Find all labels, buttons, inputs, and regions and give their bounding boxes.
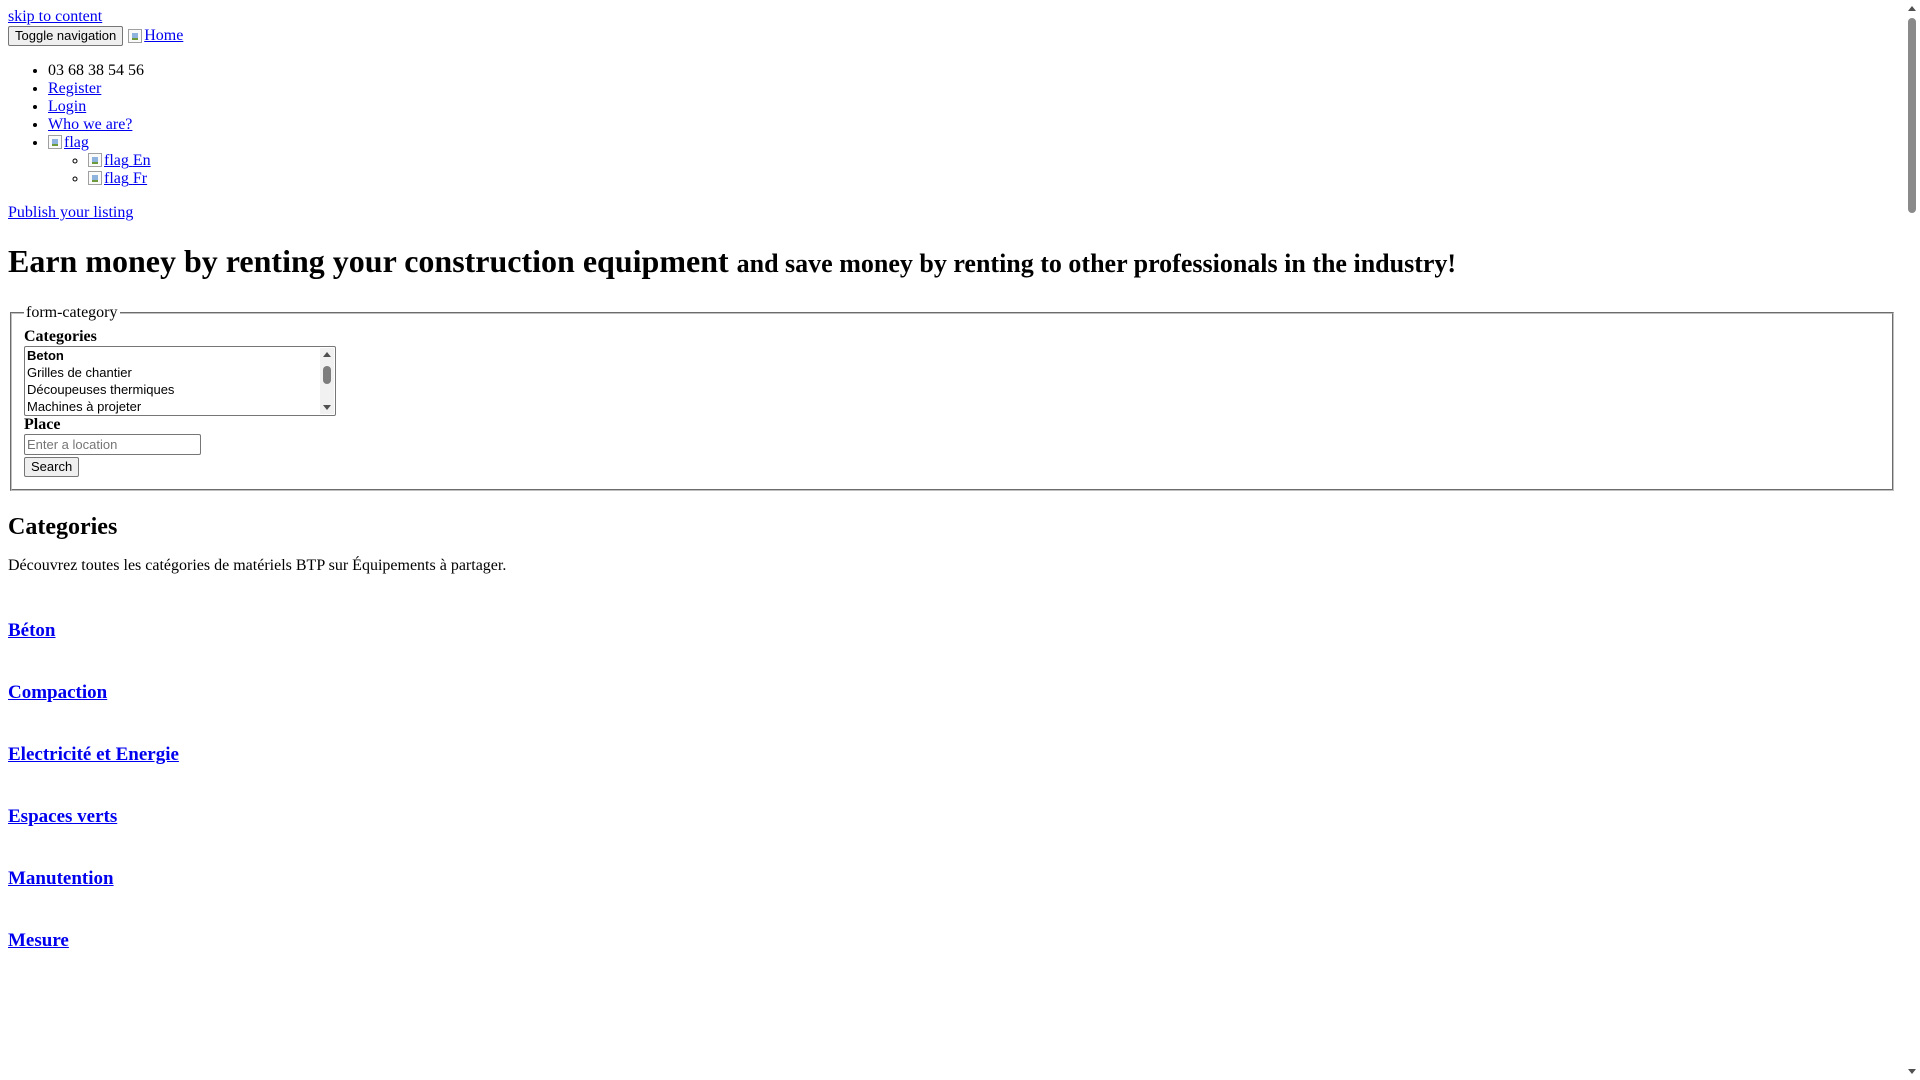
flag-icon — [48, 135, 62, 149]
place-label: Place — [24, 416, 61, 433]
search-form: form-category Categories Beton Grilles d… — [8, 304, 1896, 491]
language-item-en: flag En — [88, 152, 1896, 170]
categories-label: Categories — [24, 328, 97, 345]
category-list: Béton Compaction Electricité et Energie … — [8, 620, 1896, 952]
who-we-are-link[interactable]: Who we are? — [48, 116, 132, 133]
search-button[interactable]: Search — [24, 457, 80, 477]
phone-number: 03 68 38 54 56 — [48, 62, 144, 79]
language-en-link[interactable]: flag En — [88, 152, 151, 169]
language-menu: flag En flag Fr — [48, 152, 1896, 188]
search-fieldset: form-category Categories Beton Grilles d… — [10, 304, 1894, 491]
nav-item-login: Login — [48, 98, 1896, 116]
language-fr-link[interactable]: flag Fr — [88, 170, 147, 187]
place-input[interactable] — [24, 434, 201, 455]
category-link-electricite[interactable]: Electricité et Energie — [8, 744, 179, 765]
categories-description: Découvrez toutes les catégories de matér… — [8, 557, 507, 574]
scroll-up-arrow-icon[interactable] — [323, 352, 331, 357]
scroll-down-arrow-icon[interactable] — [323, 405, 331, 410]
listbox-scrollbar[interactable] — [320, 348, 334, 414]
category-option[interactable]: Grilles de chantier — [25, 364, 335, 381]
page-content: skip to content Toggle navigation Home 0… — [0, 0, 1904, 952]
category-item: Espaces verts — [8, 806, 1896, 828]
category-item: Electricité et Energie — [8, 744, 1896, 766]
hero-title: Earn money by renting your construction … — [8, 243, 1896, 282]
page-scroll-up-icon[interactable] — [1908, 6, 1916, 11]
search-button-row: Search — [24, 457, 1880, 477]
hero-main-text: Earn money by renting your construction … — [8, 243, 729, 279]
page-scroll-thumb[interactable] — [1908, 18, 1916, 213]
flag-alt-text: flag — [64, 134, 89, 151]
hero-subtitle: and save money by renting to other profe… — [736, 249, 1457, 278]
login-link[interactable]: Login — [48, 98, 86, 115]
category-option[interactable]: Beton — [25, 347, 335, 364]
listbox-scroll-thumb[interactable] — [323, 366, 331, 384]
page-viewport: skip to content Toggle navigation Home 0… — [0, 0, 1904, 1080]
language-fr-label: Fr — [132, 170, 148, 187]
category-item: Béton — [8, 620, 1896, 642]
category-link-manutention[interactable]: Manutention — [8, 868, 114, 889]
category-option[interactable]: Machines à projeter — [25, 398, 335, 415]
category-option[interactable]: Découpeuses thermiques — [25, 381, 335, 398]
categories-listbox[interactable]: Beton Grilles de chantier Découpeuses th… — [24, 346, 336, 416]
category-link-beton[interactable]: Béton — [8, 620, 56, 641]
fieldset-legend: form-category — [26, 304, 118, 321]
category-link-mesure[interactable]: Mesure — [8, 930, 69, 951]
publish-listing-link[interactable]: Publish your listing — [8, 204, 1896, 222]
category-item: Compaction — [8, 682, 1896, 704]
category-link-espaces-verts[interactable]: Espaces verts — [8, 806, 117, 827]
categories-heading: Categories — [8, 514, 118, 540]
broken-image-icon — [128, 29, 143, 43]
language-en-label: En — [132, 152, 151, 169]
home-logo-link[interactable]: Home — [128, 27, 183, 45]
register-link[interactable]: Register — [48, 80, 101, 97]
top-navigation: 03 68 38 54 56 Register Login Who we are… — [8, 62, 1896, 188]
category-link-compaction[interactable]: Compaction — [8, 682, 107, 703]
page-scroll-down-icon[interactable] — [1908, 1069, 1916, 1074]
flag-en-icon — [88, 153, 102, 167]
language-dropdown-toggle[interactable]: flag — [48, 134, 89, 151]
nav-item-who-we-are: Who we are? — [48, 116, 1896, 134]
header-bar: Toggle navigation Home — [8, 26, 1896, 46]
skip-to-content-link[interactable]: skip to content — [8, 8, 1896, 26]
language-item-fr: flag Fr — [88, 170, 1896, 188]
category-item: Mesure — [8, 930, 1896, 952]
nav-item-phone: 03 68 38 54 56 — [48, 62, 1896, 80]
flag-fr-icon — [88, 171, 102, 185]
page-scrollbar[interactable] — [1904, 0, 1920, 1080]
home-logo-alt-text: Home — [144, 27, 184, 44]
category-item: Manutention — [8, 868, 1896, 890]
flag-fr-alt-text: flag — [104, 170, 129, 187]
flag-en-alt-text: flag — [104, 152, 129, 169]
nav-item-language: flag flag En flag Fr — [48, 134, 1896, 188]
toggle-navigation-button[interactable]: Toggle navigation — [8, 26, 124, 46]
nav-item-register: Register — [48, 80, 1896, 98]
